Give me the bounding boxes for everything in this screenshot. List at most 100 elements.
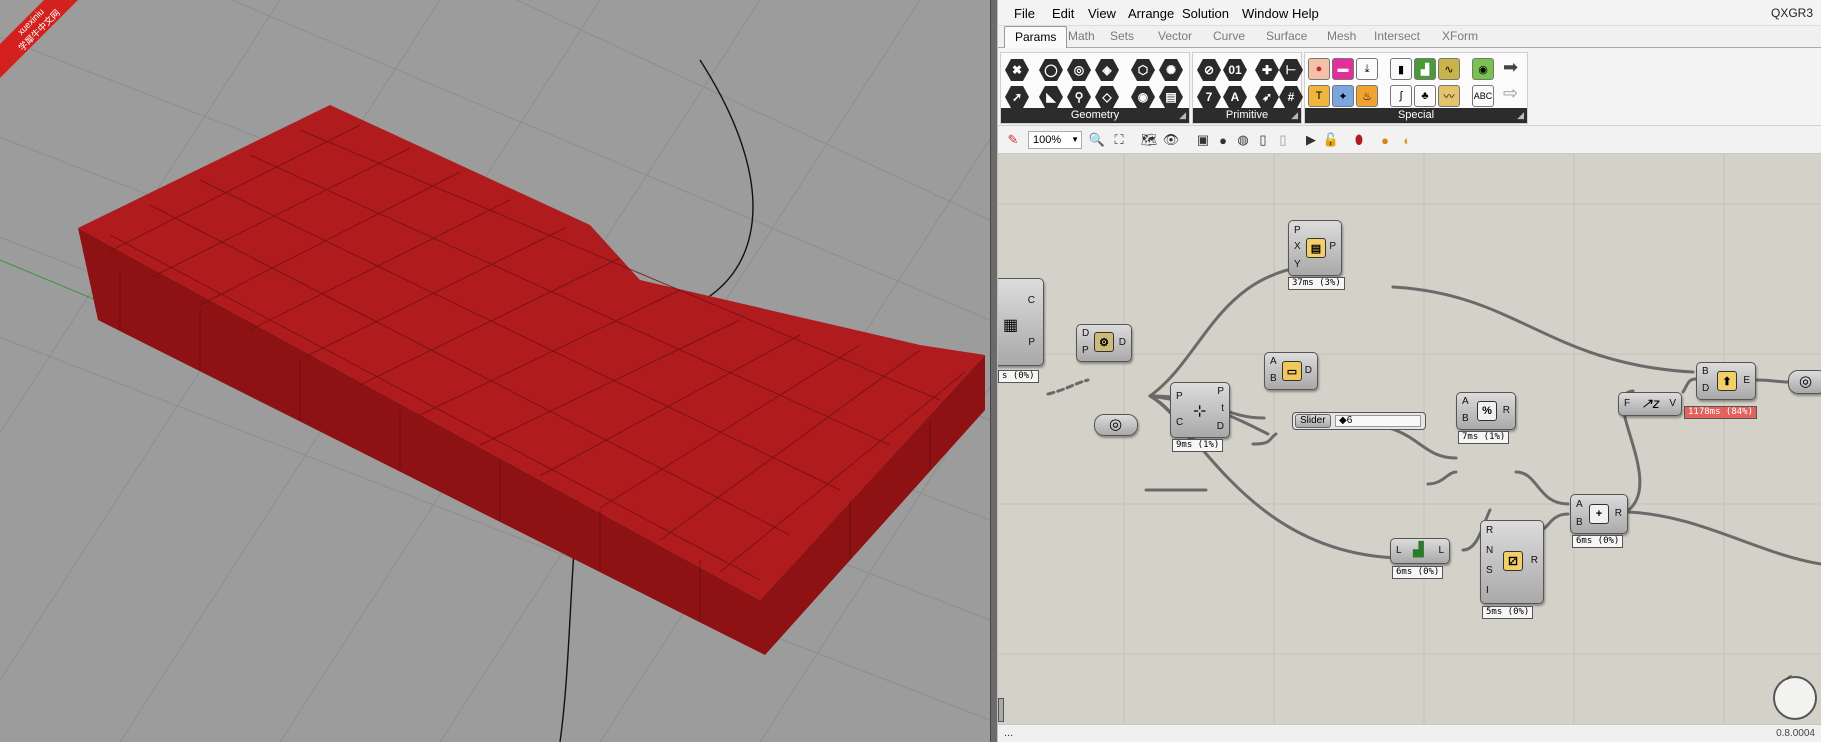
integer-param-icon[interactable]: 01: [1223, 58, 1247, 82]
line-param-icon[interactable]: ➚: [1005, 85, 1029, 109]
menu-arrange[interactable]: Arrange: [1128, 6, 1174, 21]
boolean-param-icon[interactable]: ⊘: [1197, 58, 1221, 82]
bake-icon[interactable]: ⬮: [1350, 131, 1368, 149]
play-icon[interactable]: ▶: [1302, 131, 1320, 149]
canvas-navigator-icon[interactable]: ◜: [1773, 672, 1817, 720]
preview-eye-icon[interactable]: 👁: [1162, 131, 1180, 149]
port-in-x: X: [1294, 241, 1301, 252]
menu-bar: File Edit View Arrange Solution Window H…: [998, 0, 1821, 26]
point-xy-component[interactable]: P X Y P ▤: [1288, 220, 1342, 276]
geometry-param-icon[interactable]: ▤: [1159, 85, 1183, 109]
sphere-icon[interactable]: ●: [1214, 131, 1232, 149]
number-param-icon[interactable]: 7: [1197, 85, 1221, 109]
curve-param-icon[interactable]: ◈: [1095, 58, 1119, 82]
mesh-faces-component[interactable]: D P D ⚙: [1076, 324, 1132, 362]
curve-container-component[interactable]: C P ▦: [998, 278, 1044, 366]
arrow-right-outline-icon[interactable]: ⇨: [1503, 83, 1518, 104]
port-in-a: A: [1462, 396, 1469, 407]
menu-solution[interactable]: Solution: [1182, 6, 1229, 21]
string-param-icon[interactable]: A: [1223, 85, 1247, 109]
brep-param-icon[interactable]: ⬡: [1131, 58, 1155, 82]
slider-track[interactable]: ◆6: [1335, 415, 1421, 427]
addition-component[interactable]: A B R +: [1570, 494, 1628, 534]
arrow-right-icon[interactable]: ➡: [1503, 57, 1518, 78]
pen-icon[interactable]: ✎: [1004, 131, 1022, 149]
document-gray-icon[interactable]: ▯: [1274, 131, 1292, 149]
tab-vector[interactable]: Vector: [1158, 29, 1192, 43]
extrude-component[interactable]: B D E ⬆: [1696, 362, 1756, 400]
curve-graph-icon[interactable]: 〰: [1437, 84, 1461, 108]
box-icon[interactable]: ✖: [1005, 58, 1029, 82]
surface-param-icon[interactable]: ◉: [1131, 85, 1155, 109]
vector-param-icon[interactable]: ◇: [1095, 85, 1119, 109]
timing-bde: 1178ms (84%): [1684, 406, 1758, 419]
tab-mesh[interactable]: Mesh: [1327, 29, 1356, 43]
plane-param-icon[interactable]: ◣: [1039, 85, 1063, 109]
zoom-extents-icon[interactable]: ⛶: [1110, 131, 1128, 149]
gradient-icon[interactable]: ●: [1307, 57, 1331, 81]
canvas-scroll-handle[interactable]: [998, 698, 1004, 722]
zoom-icon[interactable]: 🔍: [1088, 131, 1106, 149]
fire-swatch-icon[interactable]: ♨: [1355, 84, 1379, 108]
tab-curve[interactable]: Curve: [1213, 29, 1245, 43]
point-param-icon[interactable]: ⚲: [1067, 85, 1091, 109]
menu-edit[interactable]: Edit: [1052, 6, 1074, 21]
shader-param-icon[interactable]: ➶: [1255, 85, 1279, 109]
abc-text-icon[interactable]: ABC: [1471, 84, 1495, 108]
menu-view[interactable]: View: [1088, 6, 1116, 21]
tab-math[interactable]: Math: [1068, 29, 1095, 43]
status-text: ...: [1004, 727, 1014, 739]
port-in-c: C: [1176, 417, 1184, 428]
tab-params[interactable]: Params: [1004, 26, 1068, 48]
curve-param-component[interactable]: ◎: [1094, 414, 1138, 436]
number-slider[interactable]: Slider ◆6: [1292, 412, 1426, 430]
document-icon[interactable]: ▯: [1254, 131, 1272, 149]
canvas-toolbar: ✎ 100% ▼ 🔍 ⛶ 🗺 👁 ▣ ● ◍ ▯ ▯ ▶ 🔓 ⬮ ● ◐: [998, 126, 1821, 154]
lock-icon[interactable]: 🔓: [1322, 131, 1340, 149]
named-view-icon[interactable]: 🗺: [1140, 131, 1158, 149]
tree-graph-icon[interactable]: ♣: [1413, 84, 1437, 108]
random-component[interactable]: R N S I R ⚂: [1480, 520, 1544, 604]
ruler-icon: ▭: [1282, 361, 1302, 381]
colour-wheel-icon[interactable]: ◉: [1471, 57, 1495, 81]
distance-component[interactable]: A B D ▭: [1264, 352, 1318, 390]
wire-pc-to-ab: [1251, 432, 1278, 446]
color-sphere-icon[interactable]: ●: [1376, 131, 1394, 149]
mesh-param-icon[interactable]: ✺: [1159, 58, 1183, 82]
rhino-viewport[interactable]: xuexiniu 学犀牛中文网: [0, 0, 990, 742]
random-dice-icon: ⚂: [1503, 551, 1523, 571]
tab-surface[interactable]: Surface: [1266, 29, 1307, 43]
zoom-field[interactable]: 100% ▼: [1028, 131, 1082, 149]
matrix-param-icon[interactable]: #: [1279, 85, 1303, 109]
menu-window[interactable]: Window: [1242, 6, 1288, 21]
division-component[interactable]: A B R %: [1456, 392, 1516, 430]
definition-canvas[interactable]: C P ▦ s (0%) D P D ⚙ P X Y P ▤ 37ms (3%)…: [998, 154, 1821, 724]
tab-intersect[interactable]: Intersect: [1374, 29, 1420, 43]
bar-graph-icon[interactable]: ▮: [1389, 57, 1413, 81]
tab-xform[interactable]: XForm: [1442, 29, 1478, 43]
render-icon[interactable]: ◐: [1398, 131, 1416, 149]
list-length-component[interactable]: L L ▟: [1390, 538, 1450, 564]
graph-mapper-icon[interactable]: ∿: [1437, 57, 1461, 81]
panel-geometry: ✖ ◯ ◎ ◈ ⬡ ✺ ➚ ◣ ⚲ ◇ ◉ ▤ Geometry ◢: [1000, 52, 1190, 124]
value-tracker-icon[interactable]: ▟: [1413, 57, 1437, 81]
scribble-icon[interactable]: T: [1307, 84, 1331, 108]
tab-sets[interactable]: Sets: [1110, 29, 1134, 43]
bitmap-icon[interactable]: ✦: [1331, 84, 1355, 108]
interval-param-icon[interactable]: ⊢: [1279, 58, 1303, 82]
viewport-scene: [0, 0, 990, 742]
arc-param-icon[interactable]: ◎: [1067, 58, 1091, 82]
circle-param-icon[interactable]: ◯: [1039, 58, 1063, 82]
menu-help[interactable]: Help: [1292, 6, 1319, 21]
data-input-icon[interactable]: ⤓: [1355, 57, 1379, 81]
pane-splitter[interactable]: [990, 0, 998, 742]
domain-param-icon[interactable]: ✚: [1255, 58, 1279, 82]
color-swatch-icon[interactable]: ▬: [1331, 57, 1355, 81]
menu-file[interactable]: File: [1014, 6, 1035, 21]
mesh-output-param[interactable]: ◎: [1788, 370, 1821, 394]
preview-mode-icon[interactable]: ◍: [1234, 131, 1252, 149]
unit-z-component[interactable]: F V ↗z: [1618, 392, 1682, 416]
cluster-icon[interactable]: ▣: [1194, 131, 1212, 149]
curve-closest-point-component[interactable]: P C P t D ⊹: [1170, 382, 1230, 438]
function-graph-icon[interactable]: ∫: [1389, 84, 1413, 108]
